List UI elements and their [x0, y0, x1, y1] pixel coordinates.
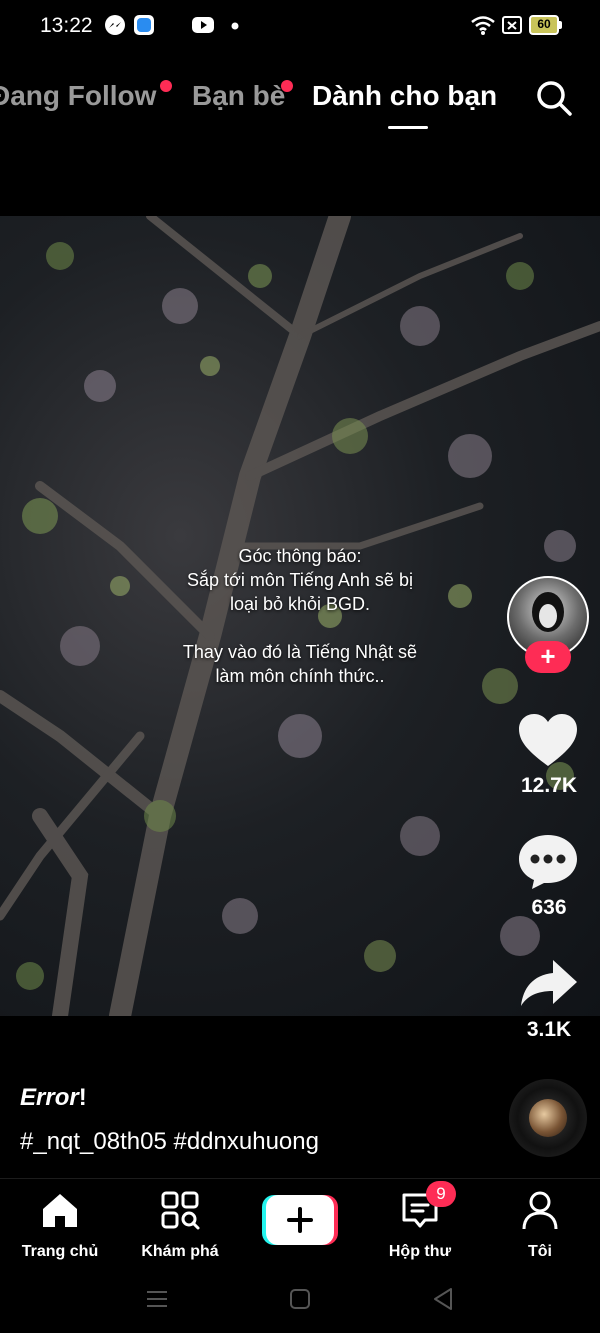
- battery-level: 60: [537, 17, 551, 31]
- home-icon: [43, 1194, 77, 1227]
- friends-notification-dot: [281, 80, 293, 92]
- profile-icon: [522, 1191, 558, 1230]
- back-icon[interactable]: [428, 1284, 458, 1314]
- tab-friends[interactable]: Bạn bè: [192, 80, 285, 112]
- nav-inbox-label: Hộp thư: [388, 1243, 452, 1260]
- search-icon[interactable]: [534, 78, 574, 118]
- bottom-nav: Trang chủ Khám phá Hộp thư Tôi: [0, 1178, 600, 1266]
- discover-icon: [161, 1191, 200, 1230]
- overlay-line: [150, 616, 450, 640]
- overlay-line: Sắp tới môn Tiếng Anh sẽ bị: [187, 570, 413, 590]
- sim-icon: [502, 16, 522, 34]
- status-bar: 13:22 60: [0, 0, 600, 54]
- youtube-icon: [192, 17, 214, 33]
- overlay-line: Góc thông báo:: [238, 546, 362, 566]
- tab-following[interactable]: Đang Follow: [0, 80, 156, 112]
- like-icon[interactable]: [517, 712, 579, 768]
- comment-icon[interactable]: [517, 833, 579, 891]
- overlay-line: Thay vào đó là Tiếng Nhật sẽ: [182, 642, 418, 662]
- wifi-icon: [471, 16, 495, 35]
- like-count: 12.7K: [520, 774, 578, 797]
- nav-discover-label: Khám phá: [141, 1243, 219, 1260]
- home-button-icon[interactable]: [285, 1284, 315, 1314]
- nav-profile-label: Tôi: [528, 1243, 552, 1260]
- following-notification-dot: [160, 80, 172, 92]
- comment-count: 636: [531, 896, 567, 919]
- battery-icon: 60: [529, 15, 563, 35]
- music-disc[interactable]: [509, 1079, 587, 1157]
- follow-button[interactable]: +: [525, 641, 571, 673]
- caption-hashtags[interactable]: #_nqt_08th05 #ddnxuhuong: [20, 1128, 319, 1156]
- messenger-icon: [105, 15, 125, 35]
- inbox-badge: 9: [426, 1181, 456, 1207]
- creator-name-text: Error: [20, 1084, 79, 1111]
- creator-name[interactable]: Error!: [20, 1084, 87, 1112]
- share-icon[interactable]: [519, 958, 579, 1008]
- app-icon: [134, 15, 154, 35]
- video-overlay-text: Góc thông báo: Sắp tới môn Tiếng Anh sẽ …: [150, 544, 450, 688]
- creator-name-suffix: !: [78, 1084, 87, 1111]
- feed-tabs: Đang Follow Bạn bè Dành cho bạn: [0, 64, 600, 134]
- music-cover-image: [529, 1099, 567, 1137]
- status-time: 13:22: [40, 14, 93, 37]
- tab-for-you[interactable]: Dành cho bạn: [312, 80, 497, 112]
- system-nav-bar: [0, 1266, 600, 1333]
- overlay-line: loại bỏ khỏi BGD.: [229, 594, 371, 614]
- share-count: 3.1K: [526, 1018, 572, 1041]
- active-tab-indicator: [388, 126, 428, 129]
- create-button[interactable]: [262, 1195, 338, 1245]
- menu-icon[interactable]: [142, 1284, 172, 1314]
- nav-home-label: Trang chủ: [21, 1243, 99, 1260]
- dot-icon: [231, 22, 239, 30]
- overlay-line: làm môn chính thức..: [215, 666, 385, 686]
